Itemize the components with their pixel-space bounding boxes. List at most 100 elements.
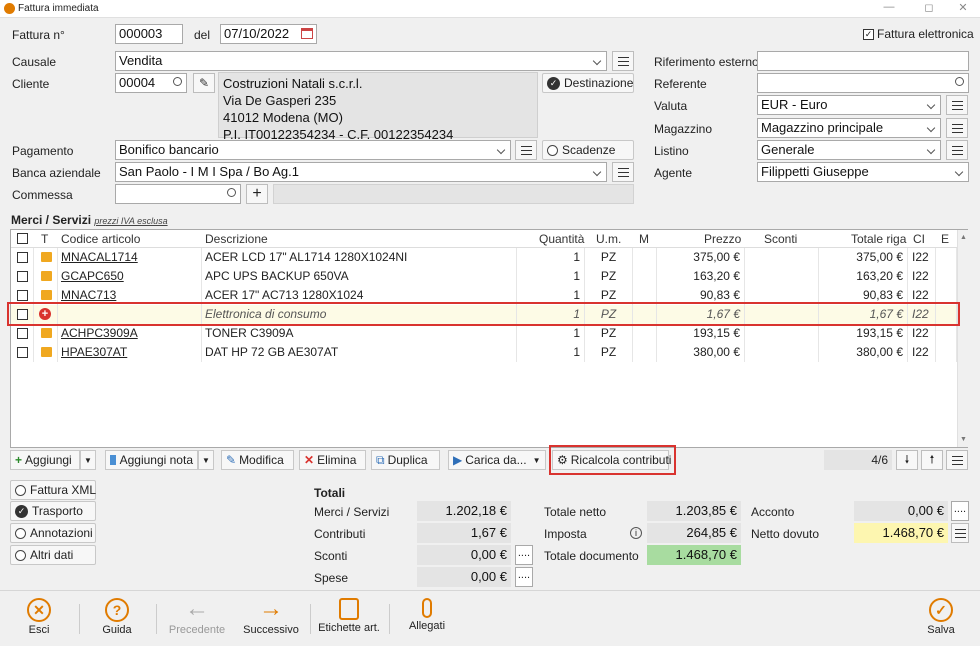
guida-button[interactable]: ? Guida (92, 598, 142, 642)
magazzino-list-button[interactable] (946, 118, 968, 138)
scroll-up-icon[interactable]: ▲ (960, 234, 967, 241)
sconti-more-button[interactable]: .... (515, 545, 533, 565)
info-icon[interactable]: i (630, 527, 642, 539)
items-title: Merci / Servizi (11, 213, 92, 227)
carica-da-button[interactable]: ▶ Carica da... ▼ (448, 450, 546, 470)
table-row[interactable]: ACHPC3909A TONER C3909A 1 PZ 193,15 € 19… (11, 324, 957, 343)
move-up-button[interactable]: 🠕 (921, 450, 943, 470)
row-checkbox[interactable] (17, 290, 28, 301)
listino-select[interactable]: Generale (757, 140, 941, 160)
valuta-select[interactable]: EUR - Euro (757, 95, 941, 115)
row-checkbox[interactable] (17, 252, 28, 263)
row-codice-link[interactable]: GCAPC650 (58, 267, 202, 286)
listino-list-button[interactable] (946, 140, 968, 160)
col-totale[interactable]: Totale riga (851, 232, 906, 246)
search-icon[interactable] (955, 77, 964, 86)
table-row[interactable]: GCAPC650 APC UPS BACKUP 650VA 1 PZ 163,2… (11, 267, 957, 286)
table-row[interactable]: MNACAL1714 ACER LCD 17" AL1714 1280X1024… (11, 248, 957, 267)
row-checkbox[interactable] (17, 271, 28, 282)
netto-dovuto-menu-button[interactable] (951, 523, 969, 543)
destinazione-button[interactable]: ✓ Destinazione (542, 73, 634, 93)
maximize-button[interactable]: ◻ (912, 1, 946, 17)
pagamento-list-button[interactable] (515, 140, 537, 160)
col-prezzo[interactable]: Prezzo (704, 232, 741, 246)
allegati-button[interactable]: Allegati (404, 598, 450, 642)
plus-icon: + (15, 453, 23, 467)
successivo-button[interactable]: → Successivo (241, 597, 301, 642)
col-codice[interactable]: Codice articolo (61, 232, 140, 246)
move-down-button[interactable]: 🠗 (896, 450, 918, 470)
date-field[interactable]: 07/10/2022 (220, 24, 317, 44)
precedente-button[interactable]: ← Precedente (166, 597, 228, 642)
fattura-xml-option[interactable]: Fattura XML (10, 480, 96, 500)
banca-select[interactable]: San Paolo - I M I Spa / Bo Ag.1 (115, 162, 607, 182)
row-checkbox[interactable] (17, 328, 28, 339)
caret-down-icon: ▼ (84, 455, 92, 465)
grid-scrollbar[interactable]: ▲ ▼ (957, 230, 968, 447)
commessa-field[interactable] (115, 184, 241, 204)
add-commessa-button[interactable]: + (246, 184, 268, 204)
close-circle-icon: ✕ (27, 598, 51, 622)
fattura-elettronica-checkbox[interactable]: ✓ Fattura elettronica (863, 27, 974, 41)
scroll-down-icon[interactable]: ▼ (960, 436, 967, 443)
elimina-button[interactable]: ✕ Elimina (299, 450, 366, 470)
search-icon[interactable] (173, 77, 182, 86)
row-codice-link[interactable]: HPAE307AT (58, 343, 202, 362)
agente-select[interactable]: Filippetti Giuseppe (757, 162, 969, 182)
close-window-button[interactable]: ✕ (946, 1, 980, 17)
acconto-more-button[interactable]: .... (951, 501, 969, 521)
cliente-code-field[interactable]: 00004 (115, 73, 187, 93)
col-um[interactable]: U.m. (596, 232, 621, 246)
col-quantita[interactable]: Quantità (539, 232, 584, 246)
search-icon[interactable] (227, 188, 236, 197)
table-row[interactable]: HPAE307AT DAT HP 72 GB AE307AT 1 PZ 380,… (11, 343, 957, 362)
trasporto-option[interactable]: ✓ Trasporto (10, 501, 96, 521)
banca-list-button[interactable] (612, 162, 634, 182)
edit-cliente-button[interactable]: ✎ (193, 73, 215, 93)
altri-dati-option[interactable]: Altri dati (10, 545, 96, 565)
esci-button[interactable]: ✕ Esci (14, 598, 64, 642)
calendar-icon[interactable] (301, 28, 313, 39)
aggiungi-dropdown[interactable]: ▼ (80, 450, 96, 470)
select-all-checkbox[interactable] (17, 233, 28, 244)
cliente-address: Costruzioni Natali s.c.r.l. Via De Gaspe… (218, 72, 538, 142)
etichette-button[interactable]: Etichette art. (318, 598, 380, 642)
col-ci[interactable]: CI (913, 232, 925, 246)
minimize-button[interactable]: — (872, 1, 906, 17)
merci-label: Merci / Servizi (314, 505, 390, 519)
aggiungi-nota-dropdown[interactable]: ▼ (198, 450, 214, 470)
col-e[interactable]: E (941, 232, 949, 246)
pagamento-select[interactable]: Bonifico bancario (115, 140, 511, 160)
col-sconti[interactable]: Sconti (764, 232, 797, 246)
numero-field[interactable]: 000003 (115, 24, 183, 44)
row-codice-link[interactable]: ACHPC3909A (58, 324, 202, 343)
scadenze-button[interactable]: Scadenze (542, 140, 634, 160)
causale-list-button[interactable] (612, 51, 634, 71)
row-ci: I22 (908, 324, 936, 343)
magazzino-select[interactable]: Magazzino principale (757, 118, 941, 138)
aggiungi-button[interactable]: + Aggiungi (10, 450, 80, 470)
valuta-list-button[interactable] (946, 95, 968, 115)
col-m[interactable]: M (639, 232, 649, 246)
merci-value: 1.202,18 € (417, 501, 511, 521)
col-descrizione[interactable]: Descrizione (205, 232, 268, 246)
modifica-button[interactable]: ✎ Modifica (221, 450, 294, 470)
numero-label: Fattura n° (12, 28, 65, 42)
duplica-button[interactable]: ⧉ Duplica (371, 450, 440, 470)
aggiungi-nota-button[interactable]: Aggiungi nota (105, 450, 198, 470)
annotazioni-option[interactable]: Annotazioni (10, 523, 96, 543)
ricalcola-contributi-button[interactable]: ⚙ Ricalcola contributi (552, 450, 671, 470)
referente-field[interactable] (757, 73, 969, 93)
rif-esterno-field[interactable] (757, 51, 969, 71)
row-codice-link[interactable]: MNACAL1714 (58, 248, 202, 267)
row-checkbox[interactable] (17, 347, 28, 358)
causale-select[interactable]: Vendita (115, 51, 607, 71)
spese-more-button[interactable]: .... (515, 567, 533, 587)
contributi-value: 1,67 € (417, 523, 511, 543)
caret-down-icon: ▼ (202, 455, 210, 465)
note-icon (110, 455, 116, 465)
agente-label: Agente (654, 166, 693, 180)
grid-menu-button[interactable] (946, 450, 968, 470)
items-grid[interactable]: T Codice articolo Descrizione Quantità U… (10, 229, 968, 448)
salva-button[interactable]: ✓ Salva (916, 598, 966, 642)
